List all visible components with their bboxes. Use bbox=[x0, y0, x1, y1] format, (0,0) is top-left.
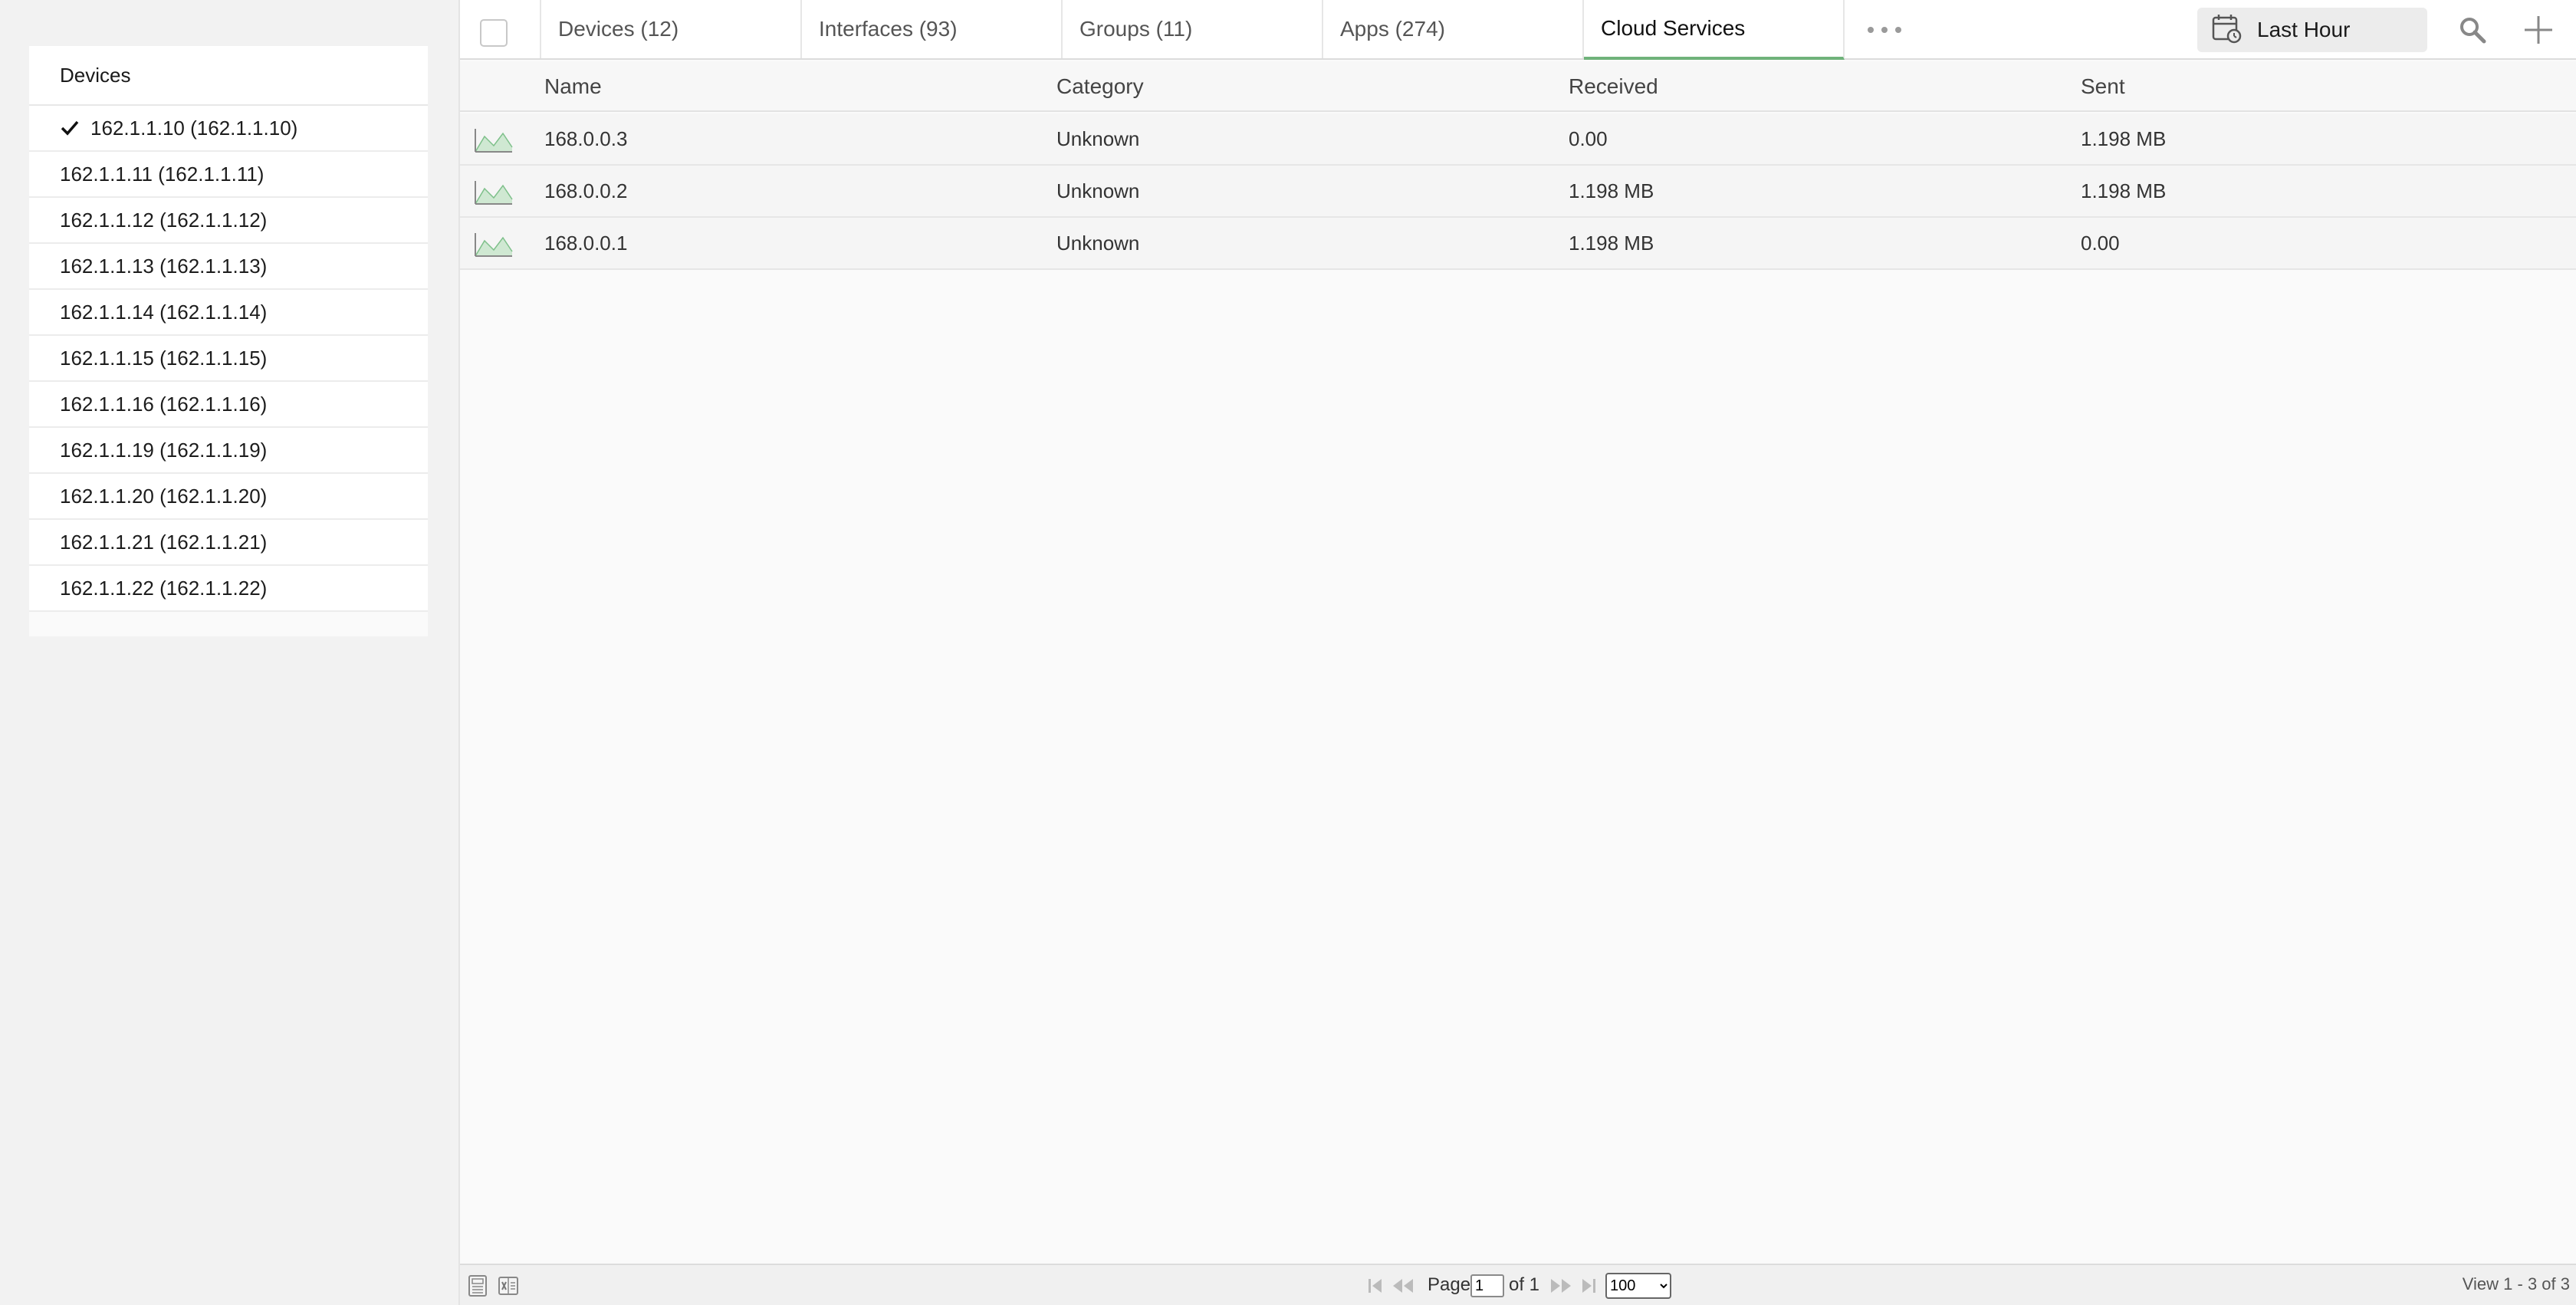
time-range-picker[interactable]: Last Hour bbox=[2197, 8, 2427, 52]
cell-sent: 1.198 MB bbox=[2081, 127, 2167, 150]
sidebar-item-label: 162.1.1.11 (162.1.1.11) bbox=[60, 162, 264, 186]
page-size-select[interactable]: 100 bbox=[1605, 1273, 1671, 1299]
area-graph-icon[interactable] bbox=[474, 127, 514, 153]
cell-sent: 0.00 bbox=[2081, 231, 2120, 255]
sidebar-item-label: 162.1.1.15 (162.1.1.15) bbox=[60, 346, 268, 370]
sidebar-title: Devices bbox=[29, 46, 428, 106]
sidebar-item-device[interactable]: 162.1.1.22 (162.1.1.22) bbox=[29, 566, 428, 612]
table-row[interactable]: 168.0.0.2 Unknown 1.198 MB 1.198 MB bbox=[460, 166, 2576, 218]
tab-bar: Devices (12) Interfaces (93) Groups (11)… bbox=[460, 0, 2576, 60]
select-all-cell bbox=[460, 0, 541, 58]
sidebar-item-label: 162.1.1.16 (162.1.1.16) bbox=[60, 392, 268, 416]
tab-apps[interactable]: Apps (274) bbox=[1323, 0, 1584, 58]
cell-received: 1.198 MB bbox=[1569, 179, 1654, 202]
sidebar-item-label: 162.1.1.12 (162.1.1.12) bbox=[60, 208, 268, 232]
tab-interfaces[interactable]: Interfaces (93) bbox=[802, 0, 1063, 58]
calendar-icon bbox=[2211, 13, 2242, 48]
sidebar-item-label: 162.1.1.13 (162.1.1.13) bbox=[60, 254, 268, 278]
sidebar-item-label: 162.1.1.14 (162.1.1.14) bbox=[60, 300, 268, 324]
sidebar-item-label: 162.1.1.22 (162.1.1.22) bbox=[60, 576, 268, 600]
sidebar-item-device[interactable]: 162.1.1.10 (162.1.1.10) bbox=[29, 106, 428, 152]
select-all-checkbox[interactable] bbox=[480, 19, 508, 47]
cell-received: 1.198 MB bbox=[1569, 231, 1654, 255]
sidebar-item-label: 162.1.1.20 (162.1.1.20) bbox=[60, 484, 268, 508]
excel-export-icon[interactable] bbox=[497, 1274, 520, 1297]
calculator-icon[interactable] bbox=[466, 1274, 489, 1297]
main-panel: Devices (12) Interfaces (93) Groups (11)… bbox=[458, 0, 2576, 1305]
page-label: Page bbox=[1428, 1274, 1471, 1295]
sidebar-item-device[interactable]: 162.1.1.19 (162.1.1.19) bbox=[29, 428, 428, 474]
table-row[interactable]: 168.0.0.3 Unknown 0.00 1.198 MB bbox=[460, 113, 2576, 166]
last-page-icon[interactable] bbox=[1579, 1276, 1598, 1296]
sidebar-item-device[interactable]: 162.1.1.12 (162.1.1.12) bbox=[29, 198, 428, 244]
time-range-label: Last Hour bbox=[2257, 18, 2351, 41]
sidebar-item-device[interactable]: 162.1.1.16 (162.1.1.16) bbox=[29, 382, 428, 428]
tab-devices[interactable]: Devices (12) bbox=[541, 0, 802, 58]
column-header-name[interactable]: Name bbox=[544, 61, 602, 112]
cell-name[interactable]: 168.0.0.3 bbox=[544, 113, 627, 164]
first-page-icon[interactable] bbox=[1366, 1276, 1385, 1296]
table-header: Name Category Received Sent bbox=[460, 61, 2576, 112]
prev-page-icon[interactable] bbox=[1391, 1276, 1415, 1296]
sidebar-item-device[interactable]: 162.1.1.14 (162.1.1.14) bbox=[29, 290, 428, 336]
sidebar-item-device[interactable]: 162.1.1.11 (162.1.1.11) bbox=[29, 152, 428, 198]
cell-category: Unknown bbox=[1056, 231, 1140, 255]
cell-name[interactable]: 168.0.0.2 bbox=[544, 166, 627, 216]
area-graph-icon[interactable] bbox=[474, 179, 514, 205]
sidebar-item-device[interactable]: 162.1.1.15 (162.1.1.15) bbox=[29, 336, 428, 382]
sidebar-item-label: 162.1.1.10 (162.1.1.10) bbox=[90, 116, 298, 140]
table-footer: Page of 1 100 View 1 - 3 of 3 bbox=[460, 1264, 2576, 1305]
area-graph-icon[interactable] bbox=[474, 232, 514, 258]
column-header-received[interactable]: Received bbox=[1569, 61, 1658, 112]
column-header-category[interactable]: Category bbox=[1056, 61, 1144, 112]
device-sidebar: Devices 162.1.1.10 (162.1.1.10) 162.1.1.1… bbox=[29, 46, 428, 636]
cell-received: 0.00 bbox=[1569, 127, 1608, 150]
device-list: 162.1.1.10 (162.1.1.10) 162.1.1.11 (162.1… bbox=[29, 106, 428, 612]
cell-category: Unknown bbox=[1056, 127, 1140, 150]
search-icon[interactable] bbox=[2453, 11, 2492, 49]
tab-groups[interactable]: Groups (11) bbox=[1063, 0, 1323, 58]
table-row[interactable]: 168.0.0.1 Unknown 1.198 MB 0.00 bbox=[460, 218, 2576, 270]
tab-cloud-services[interactable]: Cloud Services bbox=[1584, 0, 1845, 60]
cell-category: Unknown bbox=[1056, 179, 1140, 202]
add-icon[interactable] bbox=[2519, 11, 2558, 49]
column-header-sent[interactable]: Sent bbox=[2081, 61, 2125, 112]
sidebar-item-device[interactable]: 162.1.1.13 (162.1.1.13) bbox=[29, 244, 428, 290]
cell-name[interactable]: 168.0.0.1 bbox=[544, 218, 627, 268]
view-count: View 1 - 3 of 3 bbox=[2462, 1274, 2570, 1293]
more-icon[interactable] bbox=[1863, 15, 1906, 44]
sidebar-item-label: 162.1.1.19 (162.1.1.19) bbox=[60, 438, 268, 462]
sidebar-item-device[interactable]: 162.1.1.21 (162.1.1.21) bbox=[29, 520, 428, 566]
next-page-icon[interactable] bbox=[1549, 1276, 1573, 1296]
sidebar-item-device[interactable]: 162.1.1.20 (162.1.1.20) bbox=[29, 474, 428, 520]
cell-sent: 1.198 MB bbox=[2081, 179, 2167, 202]
checkmark-icon bbox=[60, 120, 90, 136]
page-number-input[interactable] bbox=[1470, 1274, 1504, 1297]
sidebar-item-label: 162.1.1.21 (162.1.1.21) bbox=[60, 530, 268, 554]
page-of-label: of 1 bbox=[1509, 1274, 1540, 1295]
